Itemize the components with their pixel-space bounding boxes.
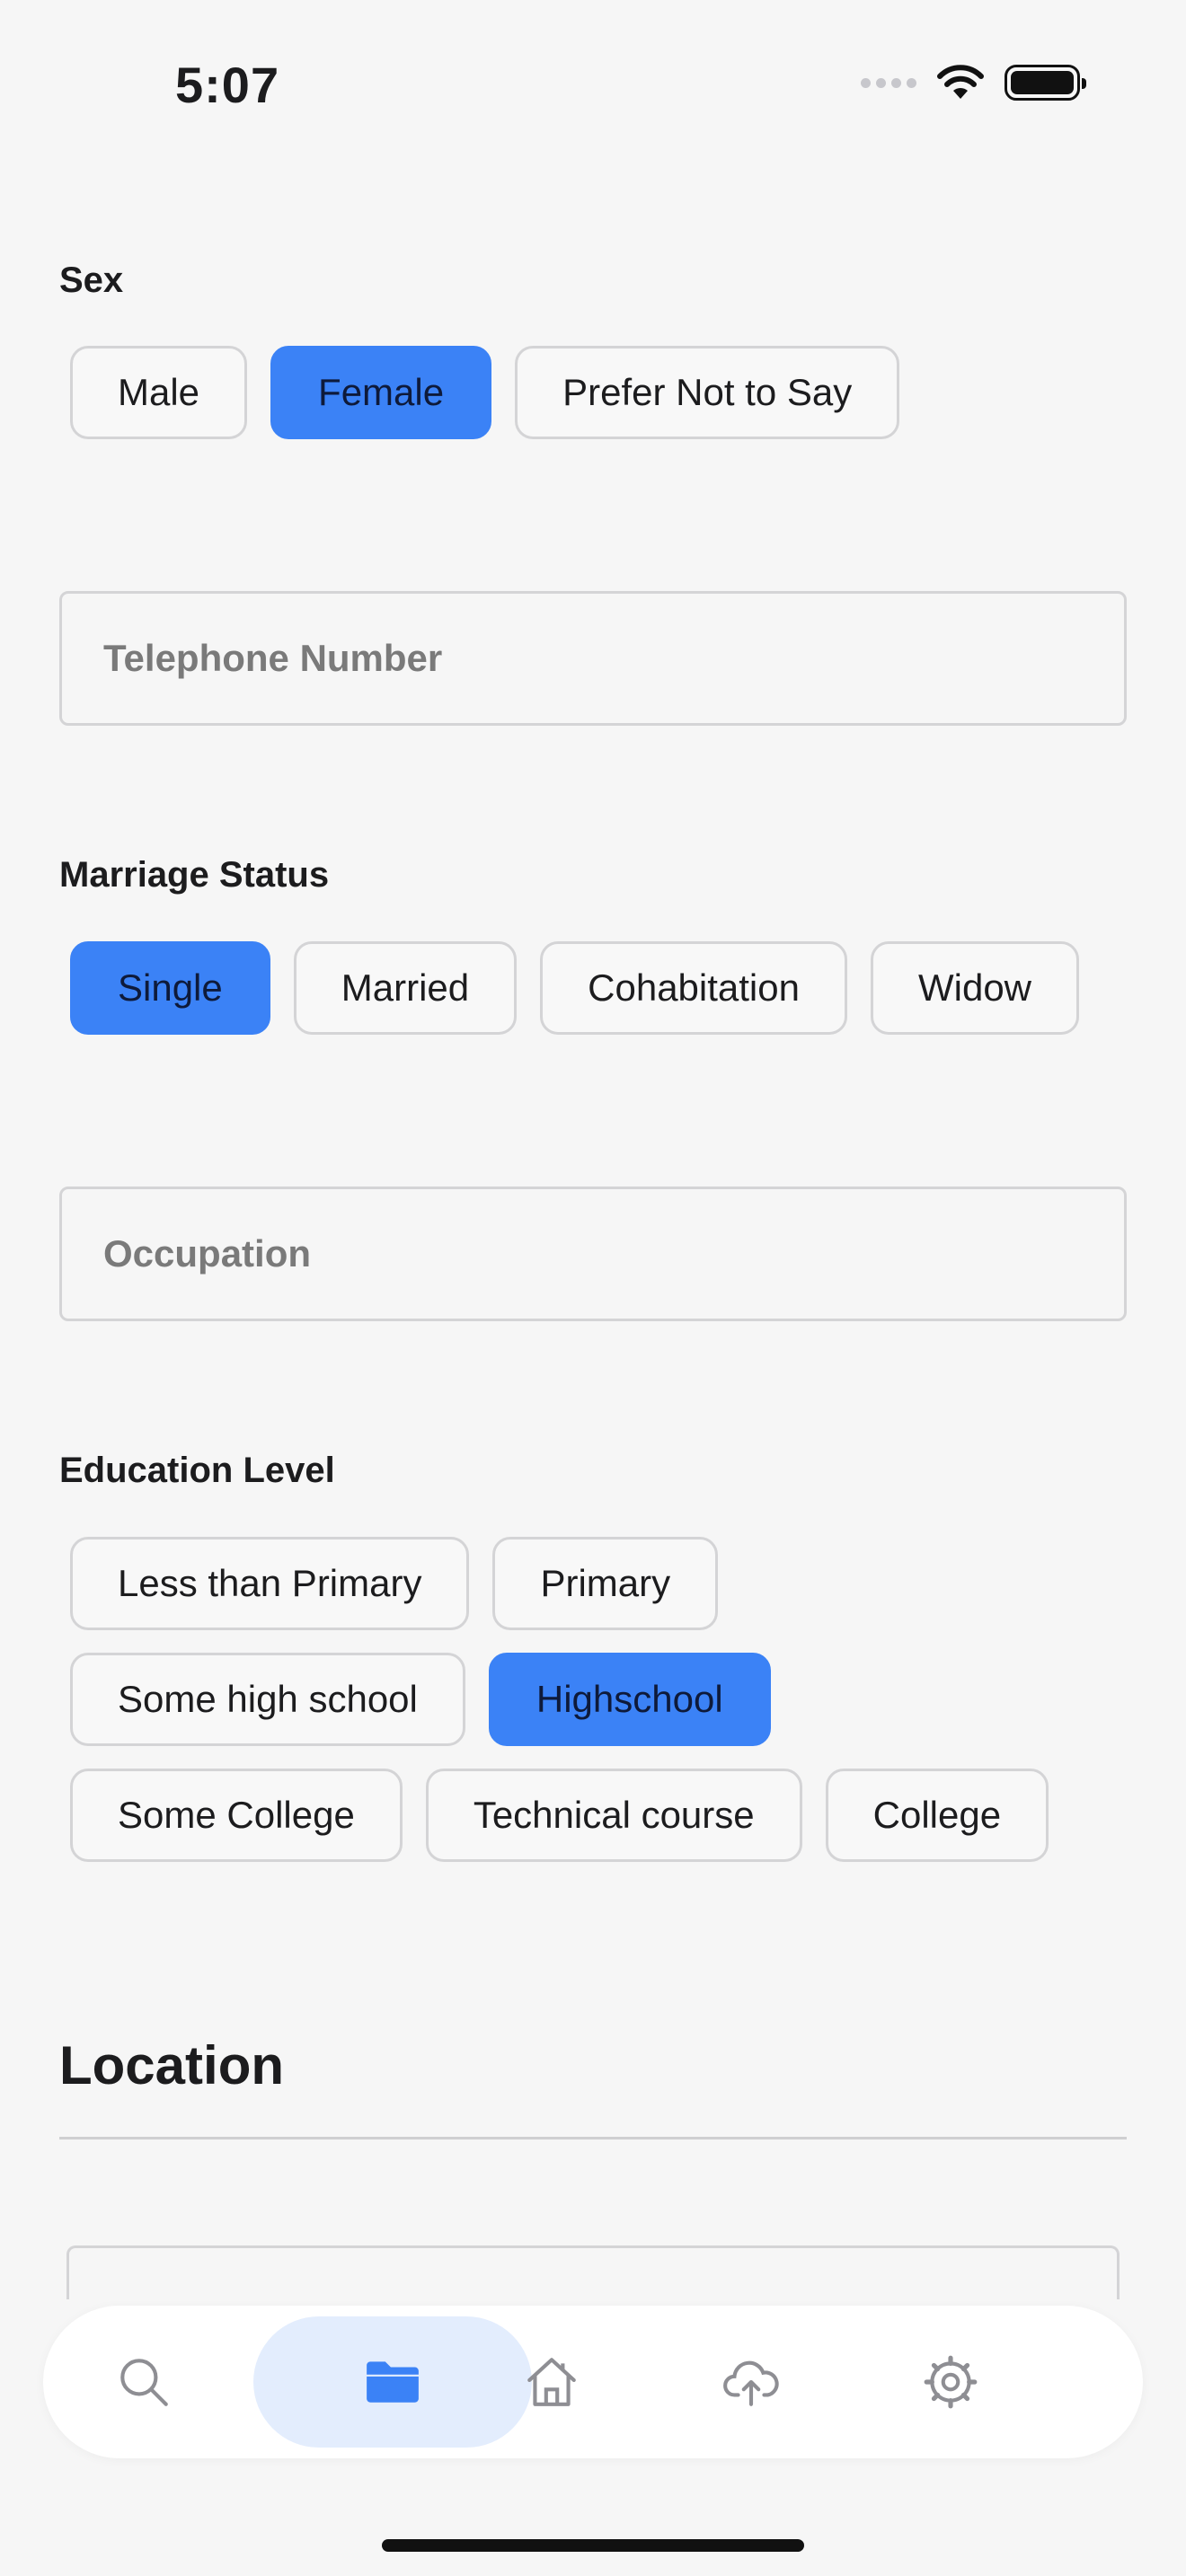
education-option-highschool[interactable]: Highschool bbox=[488, 1653, 771, 1746]
status-icons bbox=[861, 63, 1086, 102]
wifi-icon bbox=[937, 65, 984, 99]
sex-label: Sex bbox=[59, 260, 124, 300]
tab-home[interactable] bbox=[462, 2316, 642, 2448]
education-level-label: Education Level bbox=[59, 1451, 335, 1490]
education-options-row-2: Some high school Highschool bbox=[70, 1653, 771, 1746]
gear-icon bbox=[924, 2355, 978, 2409]
education-option-primary[interactable]: Primary bbox=[492, 1537, 719, 1630]
sex-option-prefer-not-to-say[interactable]: Prefer Not to Say bbox=[515, 346, 900, 439]
sex-option-male[interactable]: Male bbox=[70, 346, 248, 439]
folder-icon bbox=[367, 2361, 419, 2403]
home-indicator bbox=[382, 2539, 804, 2552]
education-options-row-1: Less than Primary Primary bbox=[70, 1537, 719, 1630]
occupation-input[interactable]: Occupation bbox=[59, 1187, 1127, 1321]
education-option-less-than-primary[interactable]: Less than Primary bbox=[70, 1537, 470, 1630]
education-option-some-college[interactable]: Some College bbox=[70, 1769, 403, 1862]
marriage-option-single[interactable]: Single bbox=[70, 941, 270, 1035]
search-icon bbox=[120, 2359, 168, 2406]
cloud-upload-icon bbox=[723, 2360, 779, 2406]
cellular-signal-icon bbox=[861, 77, 916, 88]
marriage-status-label: Marriage Status bbox=[59, 855, 330, 895]
education-option-technical-course[interactable]: Technical course bbox=[425, 1769, 802, 1862]
marriage-status-options: Single Married Cohabitation Widow bbox=[70, 941, 1080, 1035]
education-options-row-3: Some College Technical course College bbox=[70, 1769, 1049, 1862]
marriage-option-widow[interactable]: Widow bbox=[870, 941, 1080, 1035]
sex-options: Male Female Prefer Not to Say bbox=[70, 346, 900, 439]
sex-option-female[interactable]: Female bbox=[270, 346, 492, 439]
tab-upload[interactable] bbox=[661, 2316, 841, 2448]
battery-icon bbox=[1005, 65, 1086, 101]
marriage-option-married[interactable]: Married bbox=[293, 941, 518, 1035]
education-option-college[interactable]: College bbox=[825, 1769, 1049, 1862]
telephone-input[interactable]: Telephone Number bbox=[59, 591, 1127, 726]
tab-bar bbox=[43, 2306, 1143, 2458]
tab-search[interactable] bbox=[54, 2316, 234, 2448]
location-section-title: Location bbox=[59, 2035, 284, 2095]
home-icon bbox=[527, 2358, 576, 2406]
tab-settings[interactable] bbox=[861, 2316, 1040, 2448]
location-input[interactable] bbox=[66, 2245, 1120, 2299]
status-time: 5:07 bbox=[175, 57, 280, 113]
education-option-some-high-school[interactable]: Some high school bbox=[70, 1653, 465, 1746]
section-divider bbox=[59, 2137, 1127, 2139]
marriage-option-cohabitation[interactable]: Cohabitation bbox=[540, 941, 847, 1035]
app-screen: 5:07 Sex Male Female Prefer Not to Say T… bbox=[0, 0, 1186, 2576]
